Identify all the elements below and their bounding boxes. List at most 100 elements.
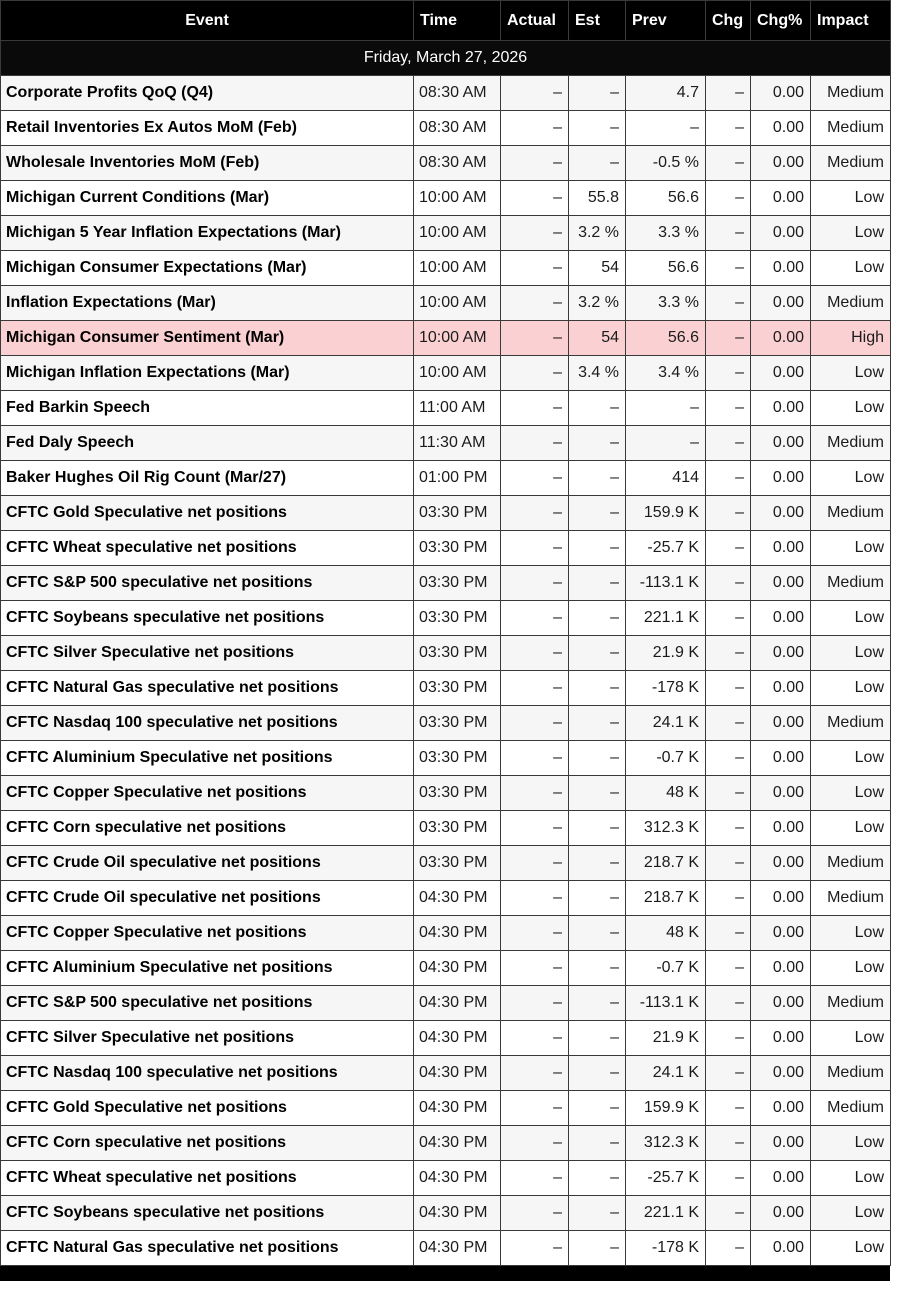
- event-cell[interactable]: Michigan Current Conditions (Mar): [0, 180, 414, 216]
- event-cell[interactable]: CFTC Crude Oil speculative net positions: [0, 880, 414, 916]
- impact-cell: Low: [810, 670, 891, 706]
- impact-cell: Medium: [810, 425, 891, 461]
- event-cell[interactable]: CFTC Aluminium Speculative net positions: [0, 740, 414, 776]
- time-cell: 08:30 AM: [413, 75, 501, 111]
- event-cell[interactable]: Fed Barkin Speech: [0, 390, 414, 426]
- event-cell[interactable]: CFTC Gold Speculative net positions: [0, 1090, 414, 1126]
- chg-cell: –: [705, 215, 751, 251]
- table-row[interactable]: CFTC Aluminium Speculative net positions…: [0, 950, 891, 986]
- table-row[interactable]: CFTC Silver Speculative net positions 04…: [0, 1020, 891, 1056]
- table-row[interactable]: Inflation Expectations (Mar) 10:00 AM – …: [0, 285, 891, 321]
- est-cell: –: [568, 740, 626, 776]
- table-row[interactable]: CFTC Natural Gas speculative net positio…: [0, 670, 891, 706]
- event-cell[interactable]: Corporate Profits QoQ (Q4): [0, 75, 414, 111]
- est-cell: –: [568, 705, 626, 741]
- event-cell[interactable]: Retail Inventories Ex Autos MoM (Feb): [0, 110, 414, 146]
- table-row[interactable]: Michigan Inflation Expectations (Mar) 10…: [0, 355, 891, 391]
- table-row[interactable]: CFTC Wheat speculative net positions 03:…: [0, 530, 891, 566]
- time-cell: 03:30 PM: [413, 775, 501, 811]
- table-row[interactable]: Michigan Consumer Sentiment (Mar) 10:00 …: [0, 320, 891, 356]
- table-row[interactable]: CFTC Wheat speculative net positions 04:…: [0, 1160, 891, 1196]
- event-cell[interactable]: CFTC Corn speculative net positions: [0, 810, 414, 846]
- table-row[interactable]: CFTC Nasdaq 100 speculative net position…: [0, 705, 891, 741]
- table-row[interactable]: Michigan 5 Year Inflation Expectations (…: [0, 215, 891, 251]
- chg-cell: –: [705, 915, 751, 951]
- event-cell[interactable]: CFTC Nasdaq 100 speculative net position…: [0, 1055, 414, 1091]
- impact-cell: Low: [810, 635, 891, 671]
- event-cell[interactable]: Michigan 5 Year Inflation Expectations (…: [0, 215, 414, 251]
- event-cell[interactable]: CFTC Wheat speculative net positions: [0, 1160, 414, 1196]
- event-cell[interactable]: CFTC Copper Speculative net positions: [0, 915, 414, 951]
- impact-cell: Medium: [810, 880, 891, 916]
- event-cell[interactable]: CFTC S&P 500 speculative net positions: [0, 985, 414, 1021]
- prev-cell: 56.6: [625, 180, 706, 216]
- event-cell[interactable]: Baker Hughes Oil Rig Count (Mar/27): [0, 460, 414, 496]
- event-cell[interactable]: Inflation Expectations (Mar): [0, 285, 414, 321]
- event-cell[interactable]: CFTC Silver Speculative net positions: [0, 635, 414, 671]
- prev-cell: –: [625, 110, 706, 146]
- col-header-chg: Chg: [705, 0, 751, 41]
- table-row[interactable]: Baker Hughes Oil Rig Count (Mar/27) 01:0…: [0, 460, 891, 496]
- actual-cell: –: [500, 670, 569, 706]
- est-cell: –: [568, 950, 626, 986]
- event-cell[interactable]: Michigan Consumer Expectations (Mar): [0, 250, 414, 286]
- est-cell: –: [568, 1195, 626, 1231]
- table-row[interactable]: CFTC Crude Oil speculative net positions…: [0, 880, 891, 916]
- event-cell[interactable]: CFTC Silver Speculative net positions: [0, 1020, 414, 1056]
- table-row[interactable]: CFTC Copper Speculative net positions 03…: [0, 775, 891, 811]
- table-row[interactable]: CFTC S&P 500 speculative net positions 0…: [0, 985, 891, 1021]
- event-cell[interactable]: Michigan Consumer Sentiment (Mar): [0, 320, 414, 356]
- table-row[interactable]: Michigan Current Conditions (Mar) 10:00 …: [0, 180, 891, 216]
- event-cell[interactable]: CFTC S&P 500 speculative net positions: [0, 565, 414, 601]
- event-cell[interactable]: Fed Daly Speech: [0, 425, 414, 461]
- est-cell: –: [568, 635, 626, 671]
- table-row[interactable]: CFTC Silver Speculative net positions 03…: [0, 635, 891, 671]
- table-row[interactable]: CFTC Soybeans speculative net positions …: [0, 600, 891, 636]
- table-row[interactable]: CFTC Gold Speculative net positions 03:3…: [0, 495, 891, 531]
- table-row[interactable]: Fed Daly Speech 11:30 AM – – – – 0.00 Me…: [0, 425, 891, 461]
- table-row[interactable]: CFTC S&P 500 speculative net positions 0…: [0, 565, 891, 601]
- table-row[interactable]: CFTC Gold Speculative net positions 04:3…: [0, 1090, 891, 1126]
- actual-cell: –: [500, 1125, 569, 1161]
- est-cell: –: [568, 985, 626, 1021]
- event-cell[interactable]: CFTC Natural Gas speculative net positio…: [0, 1230, 414, 1266]
- impact-cell: Low: [810, 1125, 891, 1161]
- table-row[interactable]: CFTC Corn speculative net positions 04:3…: [0, 1125, 891, 1161]
- table-row[interactable]: Fed Barkin Speech 11:00 AM – – – – 0.00 …: [0, 390, 891, 426]
- event-cell[interactable]: CFTC Gold Speculative net positions: [0, 495, 414, 531]
- impact-cell: Medium: [810, 565, 891, 601]
- prev-cell: 21.9 K: [625, 635, 706, 671]
- impact-cell: Medium: [810, 145, 891, 181]
- chgpct-cell: 0.00: [750, 1125, 811, 1161]
- table-row[interactable]: CFTC Natural Gas speculative net positio…: [0, 1230, 891, 1266]
- table-row[interactable]: Michigan Consumer Expectations (Mar) 10:…: [0, 250, 891, 286]
- table-row[interactable]: Wholesale Inventories MoM (Feb) 08:30 AM…: [0, 145, 891, 181]
- table-row[interactable]: Retail Inventories Ex Autos MoM (Feb) 08…: [0, 110, 891, 146]
- time-cell: 03:30 PM: [413, 600, 501, 636]
- event-cell[interactable]: CFTC Copper Speculative net positions: [0, 775, 414, 811]
- event-cell[interactable]: CFTC Soybeans speculative net positions: [0, 600, 414, 636]
- chgpct-cell: 0.00: [750, 775, 811, 811]
- chg-cell: –: [705, 1230, 751, 1266]
- col-header-impact: Impact: [810, 0, 891, 41]
- event-cell[interactable]: CFTC Nasdaq 100 speculative net position…: [0, 705, 414, 741]
- event-cell[interactable]: CFTC Aluminium Speculative net positions: [0, 950, 414, 986]
- table-row[interactable]: CFTC Copper Speculative net positions 04…: [0, 915, 891, 951]
- event-cell[interactable]: Michigan Inflation Expectations (Mar): [0, 355, 414, 391]
- chgpct-cell: 0.00: [750, 1160, 811, 1196]
- event-cell[interactable]: CFTC Crude Oil speculative net positions: [0, 845, 414, 881]
- event-cell[interactable]: CFTC Natural Gas speculative net positio…: [0, 670, 414, 706]
- table-row[interactable]: CFTC Corn speculative net positions 03:3…: [0, 810, 891, 846]
- chgpct-cell: 0.00: [750, 1090, 811, 1126]
- chgpct-cell: 0.00: [750, 915, 811, 951]
- event-cell[interactable]: CFTC Soybeans speculative net positions: [0, 1195, 414, 1231]
- table-row[interactable]: CFTC Nasdaq 100 speculative net position…: [0, 1055, 891, 1091]
- table-row[interactable]: CFTC Aluminium Speculative net positions…: [0, 740, 891, 776]
- table-row[interactable]: CFTC Crude Oil speculative net positions…: [0, 845, 891, 881]
- event-cell[interactable]: CFTC Corn speculative net positions: [0, 1125, 414, 1161]
- chgpct-cell: 0.00: [750, 880, 811, 916]
- table-row[interactable]: CFTC Soybeans speculative net positions …: [0, 1195, 891, 1231]
- event-cell[interactable]: CFTC Wheat speculative net positions: [0, 530, 414, 566]
- event-cell[interactable]: Wholesale Inventories MoM (Feb): [0, 145, 414, 181]
- table-row[interactable]: Corporate Profits QoQ (Q4) 08:30 AM – – …: [0, 75, 891, 111]
